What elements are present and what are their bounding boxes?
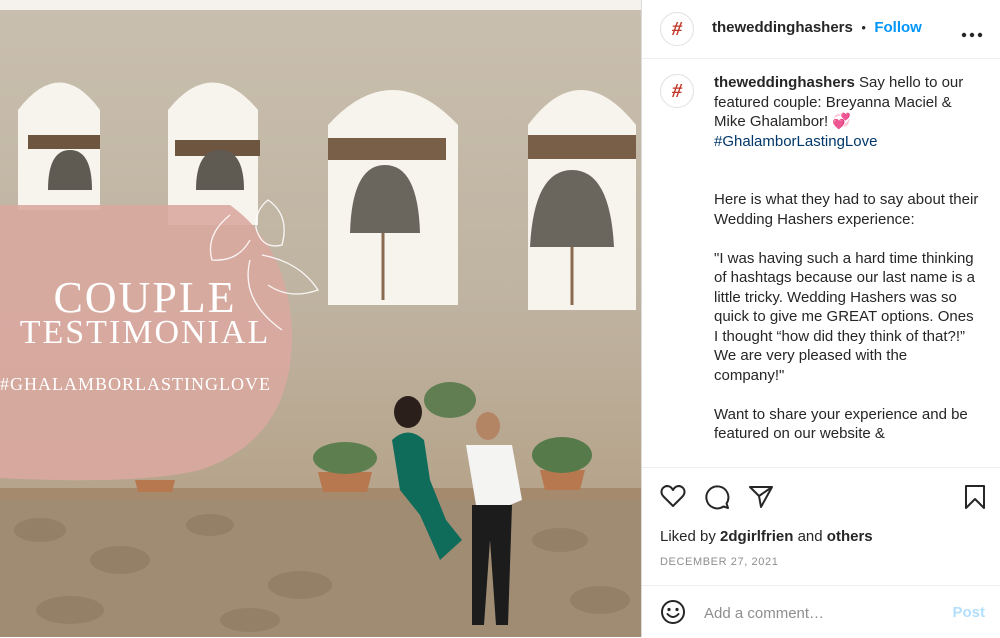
caption-paragraph-3: Want to share your experience and be fea… (714, 405, 968, 443)
header-separator: • (861, 20, 866, 35)
post-date[interactable]: DECEMBER 27, 2021 (660, 556, 778, 568)
comment-bar: Post (642, 585, 1000, 638)
caption-paragraph-1: Here is what they had to say about their… (714, 191, 979, 228)
heart-icon[interactable] (660, 484, 686, 513)
likes-summary: Liked by 2dgirlfrien and others (660, 528, 873, 545)
post-comment-button[interactable]: Post (952, 604, 985, 621)
header-username[interactable]: theweddinghashers (712, 19, 853, 36)
liked-by-and: and (797, 528, 823, 545)
more-options-icon[interactable] (961, 18, 983, 44)
overlay-title-line2: TESTIMONIAL (19, 314, 271, 351)
emoji-icon[interactable] (660, 599, 686, 630)
hash-logo-icon: # (672, 17, 682, 40)
bookmark-icon[interactable] (964, 484, 986, 515)
hash-logo-icon: # (672, 79, 682, 102)
share-icon[interactable] (748, 484, 774, 515)
caption-avatar[interactable]: # (660, 74, 694, 108)
comment-input[interactable] (702, 600, 936, 626)
liked-by-prefix: Liked by (660, 528, 716, 545)
liked-by-user-link[interactable]: 2dgirlfrien (720, 528, 793, 545)
post-image[interactable]: COUPLE TESTIMONIAL #GHALAMBORLASTINGLOVE (0, 0, 641, 637)
post-side-panel: # theweddinghashers • Follow # theweddin… (641, 0, 1000, 637)
comment-icon[interactable] (704, 484, 730, 515)
liked-by-others-link[interactable]: others (827, 528, 873, 545)
follow-button[interactable]: Follow (874, 19, 922, 36)
post-actions: Liked by 2dgirlfrien and others DECEMBER… (642, 467, 1000, 586)
overlay-hashtag: #GHALAMBORLASTINGLOVE (0, 374, 271, 394)
caption-username[interactable]: theweddinghashers (714, 74, 855, 91)
account-avatar[interactable]: # (660, 12, 694, 46)
post-caption: theweddinghashers Say hello to our featu… (714, 73, 979, 444)
caption-paragraph-2: "I was having such a hard time thinking … (714, 249, 975, 384)
post-header: # theweddinghashers • Follow (642, 0, 1000, 59)
caption-hashtag-link[interactable]: #GhalamborLastingLove (714, 133, 877, 150)
